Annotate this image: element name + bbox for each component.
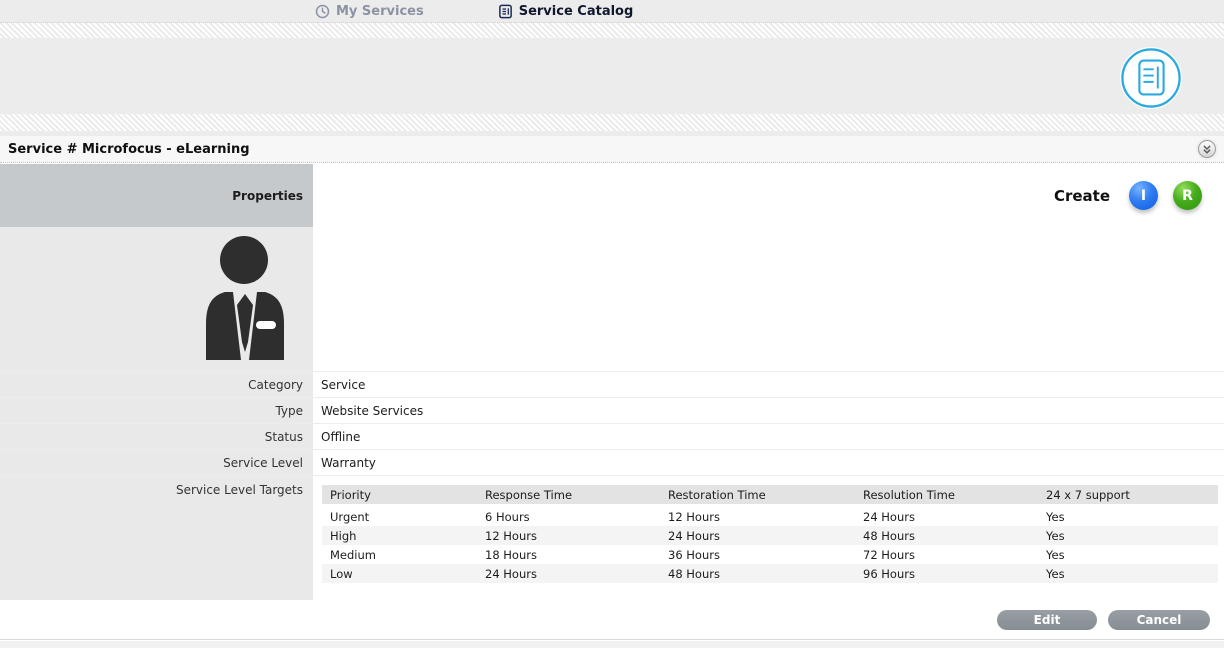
double-chevron-down-icon bbox=[1200, 142, 1214, 156]
service-catalog-page: My Services Service Catalog Service # Mi… bbox=[0, 0, 1224, 648]
action-button-bar: Edit Cancel bbox=[0, 600, 1224, 640]
table-row: Urgent 6 Hours 12 Hours 24 Hours Yes bbox=[322, 507, 1218, 526]
service-level-targets-table: Priority Response Time Restoration Time … bbox=[322, 485, 1218, 583]
field-label: Type bbox=[0, 398, 313, 423]
businessman-avatar-icon bbox=[195, 234, 295, 364]
field-row-category: Category Service bbox=[0, 371, 1224, 397]
col-24x7-support: 24 x 7 support bbox=[1038, 485, 1218, 507]
header-band bbox=[0, 38, 1224, 114]
field-label: Category bbox=[0, 372, 313, 397]
field-value: Warranty bbox=[313, 450, 1224, 475]
portrait-row-spacer bbox=[313, 227, 1224, 371]
cancel-button[interactable]: Cancel bbox=[1108, 610, 1210, 630]
hatch-divider-top bbox=[0, 23, 1224, 38]
clock-icon bbox=[315, 4, 330, 19]
field-row-type: Type Website Services bbox=[0, 397, 1224, 423]
catalog-icon bbox=[498, 4, 513, 19]
table-row: Low 24 Hours 48 Hours 96 Hours Yes bbox=[322, 564, 1218, 583]
hatch-divider-bottom bbox=[0, 114, 1224, 131]
service-title-bar: Service # Microfocus - eLearning bbox=[0, 136, 1224, 163]
properties-section-label: Properties bbox=[0, 164, 313, 227]
col-resolution-time: Resolution Time bbox=[855, 485, 1038, 507]
table-row: High 12 Hours 24 Hours 48 Hours Yes bbox=[322, 526, 1218, 545]
properties-header-row: Properties Create I R bbox=[0, 164, 1224, 227]
create-request-button[interactable]: R bbox=[1173, 181, 1202, 210]
targets-label: Service Level Targets bbox=[0, 476, 313, 600]
targets-table-wrap: Priority Response Time Restoration Time … bbox=[313, 476, 1224, 600]
top-tab-bar: My Services Service Catalog bbox=[0, 0, 1224, 23]
tab-service-catalog[interactable]: Service Catalog bbox=[498, 4, 634, 19]
service-portrait-row bbox=[0, 227, 1224, 371]
collapse-button[interactable] bbox=[1198, 140, 1216, 158]
field-value: Service bbox=[313, 372, 1224, 397]
service-details-panel: Properties Create I R bbox=[0, 164, 1224, 600]
create-actions: Create I R bbox=[313, 164, 1224, 227]
page-title: Service # Microfocus - eLearning bbox=[8, 142, 250, 157]
table-row: Medium 18 Hours 36 Hours 72 Hours Yes bbox=[322, 545, 1218, 564]
service-level-targets-row: Service Level Targets Priority Response … bbox=[0, 475, 1224, 600]
field-label: Service Level bbox=[0, 450, 313, 475]
field-value: Offline bbox=[313, 424, 1224, 449]
table-header-row: Priority Response Time Restoration Time … bbox=[322, 485, 1218, 507]
col-priority: Priority bbox=[322, 485, 477, 507]
create-incident-button[interactable]: I bbox=[1129, 181, 1158, 210]
service-avatar-cell bbox=[0, 227, 313, 371]
field-label: Status bbox=[0, 424, 313, 449]
col-restoration-time: Restoration Time bbox=[660, 485, 855, 507]
tab-label: Service Catalog bbox=[519, 4, 634, 19]
service-catalog-circle-icon[interactable] bbox=[1120, 47, 1182, 109]
tab-label: My Services bbox=[336, 4, 424, 19]
create-label: Create bbox=[1054, 187, 1110, 205]
tab-my-services[interactable]: My Services bbox=[315, 4, 424, 19]
field-value: Website Services bbox=[313, 398, 1224, 423]
footer-strip bbox=[0, 641, 1224, 648]
field-row-status: Status Offline bbox=[0, 423, 1224, 449]
col-response-time: Response Time bbox=[477, 485, 660, 507]
field-row-service-level: Service Level Warranty bbox=[0, 449, 1224, 475]
edit-button[interactable]: Edit bbox=[997, 610, 1097, 630]
